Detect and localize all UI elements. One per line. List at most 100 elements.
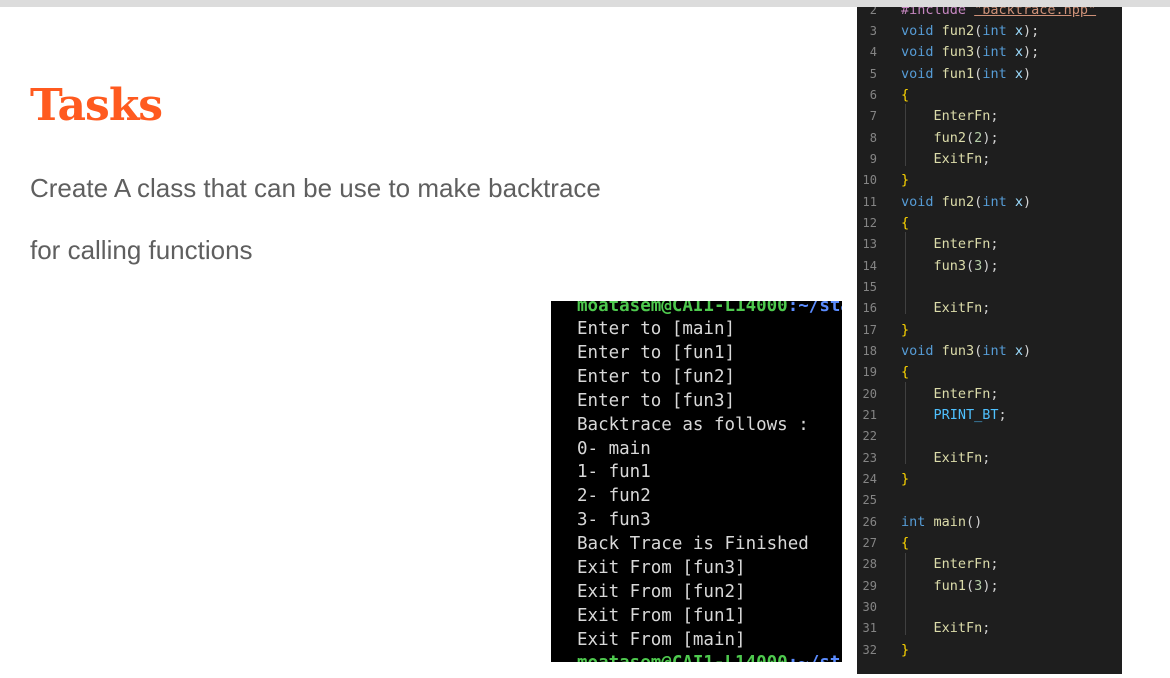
line-number: 28 [862, 557, 877, 571]
function-name: fun3 [941, 44, 975, 60]
terminal-output-screenshot: moatasem@CAI1-L14000:~/sta Enter to [mai… [551, 301, 842, 662]
code-line-call: EnterFn; [933, 386, 999, 402]
keyword: void [901, 44, 934, 60]
code-line-include: #include "backtrace.hpp" [901, 7, 1096, 18]
line-number: 22 [862, 429, 877, 443]
terminal-line: 1- fun1 [577, 462, 651, 482]
macro-call: EnterFn [933, 236, 991, 252]
function-name: fun1 [941, 66, 975, 82]
code-line-brace: } [901, 642, 909, 658]
keyword: int [982, 44, 1007, 60]
line-number: 4 [869, 45, 877, 59]
param: x [1014, 66, 1023, 82]
code-line-brace: { [901, 364, 909, 380]
terminal-line: Exit From [fun3] [577, 558, 746, 578]
function-name: fun2 [941, 194, 975, 210]
preprocessor-directive: #include [901, 7, 967, 18]
number-literal: 3 [974, 258, 983, 274]
brace: { [901, 364, 910, 380]
code-line-call: fun3(3); [933, 258, 999, 274]
code-line-call: ExitFn; [933, 620, 991, 636]
task-description-line-2: for calling functions [30, 235, 253, 265]
code-line-call: EnterFn; [933, 108, 999, 124]
code-line-call: EnterFn; [933, 236, 999, 252]
macro-call: ExitFn [933, 300, 983, 316]
terminal-line: 0- main [577, 439, 651, 459]
line-number: 30 [862, 600, 877, 614]
macro-call: ExitFn [933, 620, 983, 636]
line-number: 5 [869, 67, 877, 81]
code-line-def-fun3: void fun3(int x) [901, 343, 1032, 359]
line-number: 26 [862, 515, 877, 529]
line-number: 20 [862, 387, 877, 401]
code-line-decl-fun2: void fun2(int x); [901, 23, 1040, 39]
prompt-path: :~/sta [787, 301, 842, 316]
terminal-line: Enter to [fun2] [577, 367, 736, 387]
function-call: fun3 [933, 258, 967, 274]
macro-call: EnterFn [933, 108, 991, 124]
prompt-user: moatasem@CAI1-L14000 [577, 653, 788, 662]
code-line-call: fun1(3); [933, 578, 999, 594]
keyword: void [901, 343, 934, 359]
line-number: 9 [869, 152, 877, 166]
param: x [1014, 194, 1023, 210]
keyword: int [982, 66, 1007, 82]
code-line-call: PRINT_BT; [933, 407, 1007, 423]
function-call: fun2 [933, 130, 967, 146]
brace: } [901, 471, 910, 487]
keyword: int [982, 23, 1007, 39]
terminal-line: 2- fun2 [577, 486, 651, 506]
terminal-line: Enter to [fun1] [577, 343, 736, 363]
function-name: fun3 [941, 343, 975, 359]
line-number: 19 [862, 365, 877, 379]
terminal-prompt-bottom: moatasem@CAI1-L14000:~/sta [577, 652, 842, 662]
line-number: 18 [862, 344, 877, 358]
number-literal: 2 [974, 130, 983, 146]
brace: } [901, 322, 910, 338]
line-number: 13 [862, 237, 877, 251]
line-number: 29 [862, 579, 877, 593]
terminal-line: 3- fun3 [577, 510, 651, 530]
brace: { [901, 535, 910, 551]
terminal-line: Enter to [fun3] [577, 391, 736, 411]
code-line-call: EnterFn; [933, 556, 999, 572]
code-line-brace: } [901, 322, 909, 338]
keyword: int [982, 343, 1007, 359]
terminal-line: Exit From [main] [577, 630, 746, 650]
brace: } [901, 172, 910, 188]
code-line-brace: { [901, 535, 909, 551]
code-line-call: ExitFn; [933, 300, 991, 316]
code-line-def-fun1: void fun1(int x) [901, 66, 1032, 82]
line-number: 31 [862, 621, 877, 635]
line-number: 24 [862, 472, 877, 486]
task-description-line-1: Create A class that can be use to make b… [30, 173, 601, 203]
line-number: 25 [862, 493, 877, 507]
line-number: 8 [869, 131, 877, 145]
function-call: fun1 [933, 578, 967, 594]
keyword: int [901, 514, 926, 530]
code-line-brace: { [901, 87, 909, 103]
code-line-call: ExitFn; [933, 450, 991, 466]
terminal-line: Back Trace is Finished [577, 534, 809, 554]
macro-call: ExitFn [933, 450, 983, 466]
line-number: 2 [869, 7, 877, 17]
macro-call: ExitFn [933, 151, 983, 167]
line-number: 14 [862, 259, 877, 273]
param: x [1014, 343, 1023, 359]
keyword: int [982, 194, 1007, 210]
line-number: 11 [862, 195, 877, 209]
line-number: 27 [862, 536, 877, 550]
param: x [1014, 23, 1023, 39]
function-name: fun2 [941, 23, 975, 39]
param: x [1014, 44, 1023, 60]
macro-call: EnterFn [933, 386, 991, 402]
code-line-decl-fun3: void fun3(int x); [901, 44, 1040, 60]
terminal-line: Backtrace as follows : [577, 415, 809, 435]
function-name: main [933, 514, 967, 530]
keyword: void [901, 66, 934, 82]
line-number: 15 [862, 280, 877, 294]
macro-call: EnterFn [933, 556, 991, 572]
line-number: 16 [862, 301, 877, 315]
prompt-user: moatasem@CAI1-L14000 [577, 301, 788, 316]
code-line-call: ExitFn; [933, 151, 991, 167]
